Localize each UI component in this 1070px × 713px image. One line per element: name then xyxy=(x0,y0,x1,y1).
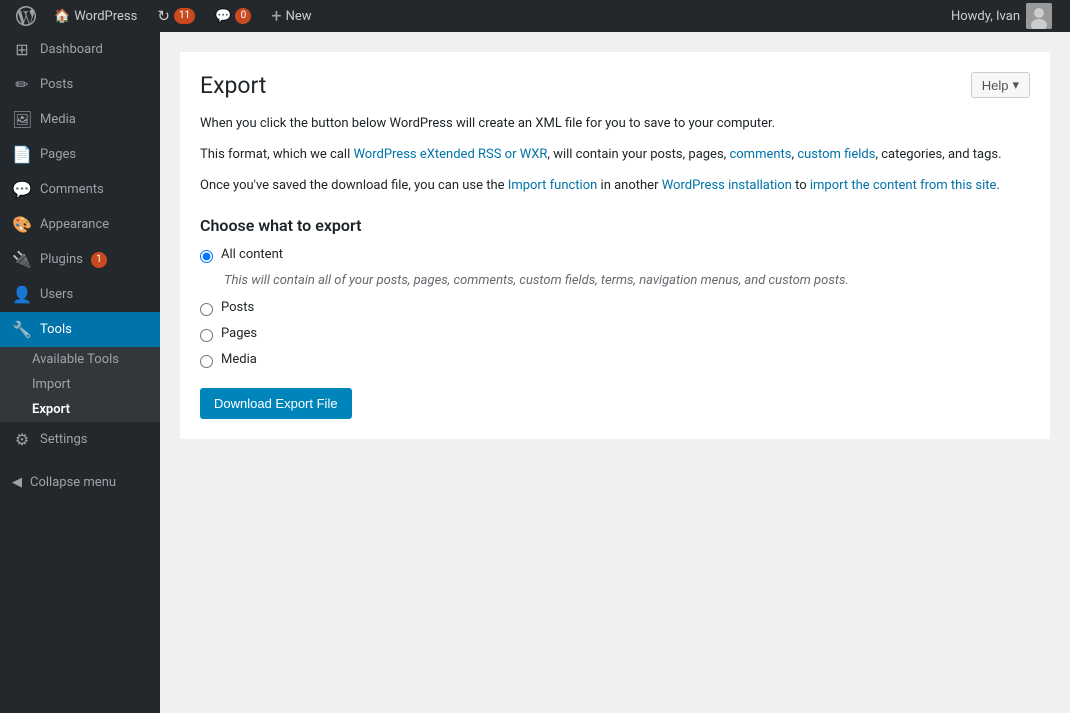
updates-icon: ↻ xyxy=(157,7,170,25)
sidebar-label-appearance: Appearance xyxy=(40,217,109,232)
comments-menu-icon: 💬 xyxy=(12,180,32,199)
wp-wrap: ⊞ Dashboard ✏ Posts 🖼 Media 📄 Pages 💬 Co… xyxy=(0,32,1070,713)
radio-all-content[interactable] xyxy=(200,250,213,263)
sidebar-label-posts: Posts xyxy=(40,77,73,92)
sidebar-label-pages: Pages xyxy=(40,147,76,162)
plugins-icon: 🔌 xyxy=(12,250,32,269)
section-title: Choose what to export xyxy=(200,216,1030,235)
settings-icon: ⚙ xyxy=(12,430,32,449)
sidebar-item-available-tools[interactable]: Available Tools xyxy=(0,347,160,372)
comments-link[interactable]: comments xyxy=(729,147,791,162)
adminbar-site[interactable]: 🏠 WordPress xyxy=(44,0,147,32)
sidebar-item-posts[interactable]: ✏ Posts xyxy=(0,67,160,102)
import-content-link[interactable]: import the content from this site xyxy=(810,178,997,193)
avatar xyxy=(1026,3,1052,29)
sidebar-item-dashboard[interactable]: ⊞ Dashboard xyxy=(0,32,160,67)
sidebar-label-users: Users xyxy=(40,287,73,302)
help-button[interactable]: Help ▾ xyxy=(971,72,1030,98)
label-posts[interactable]: Posts xyxy=(221,300,254,315)
posts-icon: ✏ xyxy=(12,75,32,94)
dashboard-icon: ⊞ xyxy=(12,40,32,59)
sidebar-label-tools: Tools xyxy=(40,322,72,337)
admin-menu: ⊞ Dashboard ✏ Posts 🖼 Media 📄 Pages 💬 Co… xyxy=(0,32,160,713)
adminbar-right: Howdy, Ivan xyxy=(941,3,1062,29)
option-pages: Pages xyxy=(200,326,1030,342)
import-link[interactable]: Import function xyxy=(508,178,598,193)
description-3: Once you've saved the download file, you… xyxy=(200,176,1030,197)
help-label: Help xyxy=(982,78,1009,93)
collapse-icon: ◀ xyxy=(12,475,22,490)
radio-pages[interactable] xyxy=(200,329,213,342)
plus-icon: + xyxy=(271,6,281,27)
adminbar-comments[interactable]: 💬 0 xyxy=(205,0,261,32)
sidebar-item-appearance[interactable]: 🎨 Appearance xyxy=(0,207,160,242)
content-wrap: Help ▾ Export When you click the button … xyxy=(180,52,1050,439)
radio-media[interactable] xyxy=(200,355,213,368)
chevron-down-icon: ▾ xyxy=(1012,77,1019,93)
option-media: Media xyxy=(200,352,1030,368)
sidebar-item-export[interactable]: Export xyxy=(0,397,160,422)
sidebar-label-dashboard: Dashboard xyxy=(40,42,103,57)
sidebar-item-pages[interactable]: 📄 Pages xyxy=(0,137,160,172)
sidebar-item-media[interactable]: 🖼 Media xyxy=(0,102,160,137)
comments-count: 0 xyxy=(235,8,251,24)
home-icon: 🏠 xyxy=(54,9,70,24)
radio-posts[interactable] xyxy=(200,303,213,316)
adminbar-new[interactable]: + New xyxy=(261,0,321,32)
collapse-menu[interactable]: ◀ Collapse menu xyxy=(0,467,160,498)
description-2: This format, which we call WordPress eXt… xyxy=(200,145,1030,166)
adminbar-user[interactable]: Howdy, Ivan xyxy=(941,3,1062,29)
sidebar-item-comments[interactable]: 💬 Comments xyxy=(0,172,160,207)
sidebar-label-comments: Comments xyxy=(40,182,104,197)
label-media[interactable]: Media xyxy=(221,352,257,367)
pages-icon: 📄 xyxy=(12,145,32,164)
description-1: When you click the button below WordPres… xyxy=(200,114,1030,135)
sidebar-item-import[interactable]: Import xyxy=(0,372,160,397)
label-pages[interactable]: Pages xyxy=(221,326,257,341)
sidebar-item-settings[interactable]: ⚙ Settings xyxy=(0,422,160,457)
media-icon: 🖼 xyxy=(12,110,32,129)
users-icon: 👤 xyxy=(12,285,32,304)
wxr-link[interactable]: WordPress eXtended RSS or WXR xyxy=(353,147,547,162)
collapse-label: Collapse menu xyxy=(30,475,116,490)
adminbar-updates[interactable]: ↻ 11 xyxy=(147,0,205,32)
all-content-hint: This will contain all of your posts, pag… xyxy=(224,273,1030,288)
label-all-content[interactable]: All content xyxy=(221,247,283,262)
updates-count: 11 xyxy=(174,8,195,24)
download-export-button[interactable]: Download Export File xyxy=(200,388,352,419)
comments-icon: 💬 xyxy=(215,9,231,24)
wordpress-link[interactable]: WordPress installation xyxy=(662,178,792,193)
sidebar-item-users[interactable]: 👤 Users xyxy=(0,277,160,312)
sidebar-item-tools[interactable]: 🔧 Tools xyxy=(0,312,160,347)
adminbar-site-label: WordPress xyxy=(74,9,137,24)
adminbar-wp-logo[interactable] xyxy=(8,0,44,32)
sidebar-item-plugins[interactable]: 🔌 Plugins 1 xyxy=(0,242,160,277)
sidebar-label-settings: Settings xyxy=(40,432,87,447)
tools-icon: 🔧 xyxy=(12,320,32,339)
admin-bar: 🏠 WordPress ↻ 11 💬 0 + New Howdy, Ivan xyxy=(0,0,1070,32)
appearance-icon: 🎨 xyxy=(12,215,32,234)
option-all-content: All content xyxy=(200,247,1030,263)
tools-submenu: Available Tools Import Export xyxy=(0,347,160,422)
custom-fields-link[interactable]: custom fields xyxy=(797,147,875,162)
page-title: Export xyxy=(200,72,1030,99)
option-posts: Posts xyxy=(200,300,1030,316)
new-label: New xyxy=(286,9,312,24)
plugins-badge: 1 xyxy=(91,252,107,268)
howdy-text: Howdy, Ivan xyxy=(951,9,1020,24)
sidebar-label-plugins: Plugins xyxy=(40,252,83,267)
main-content: Help ▾ Export When you click the button … xyxy=(160,32,1070,713)
sidebar-label-media: Media xyxy=(40,112,76,127)
adminbar-left: 🏠 WordPress ↻ 11 💬 0 + New xyxy=(8,0,941,32)
